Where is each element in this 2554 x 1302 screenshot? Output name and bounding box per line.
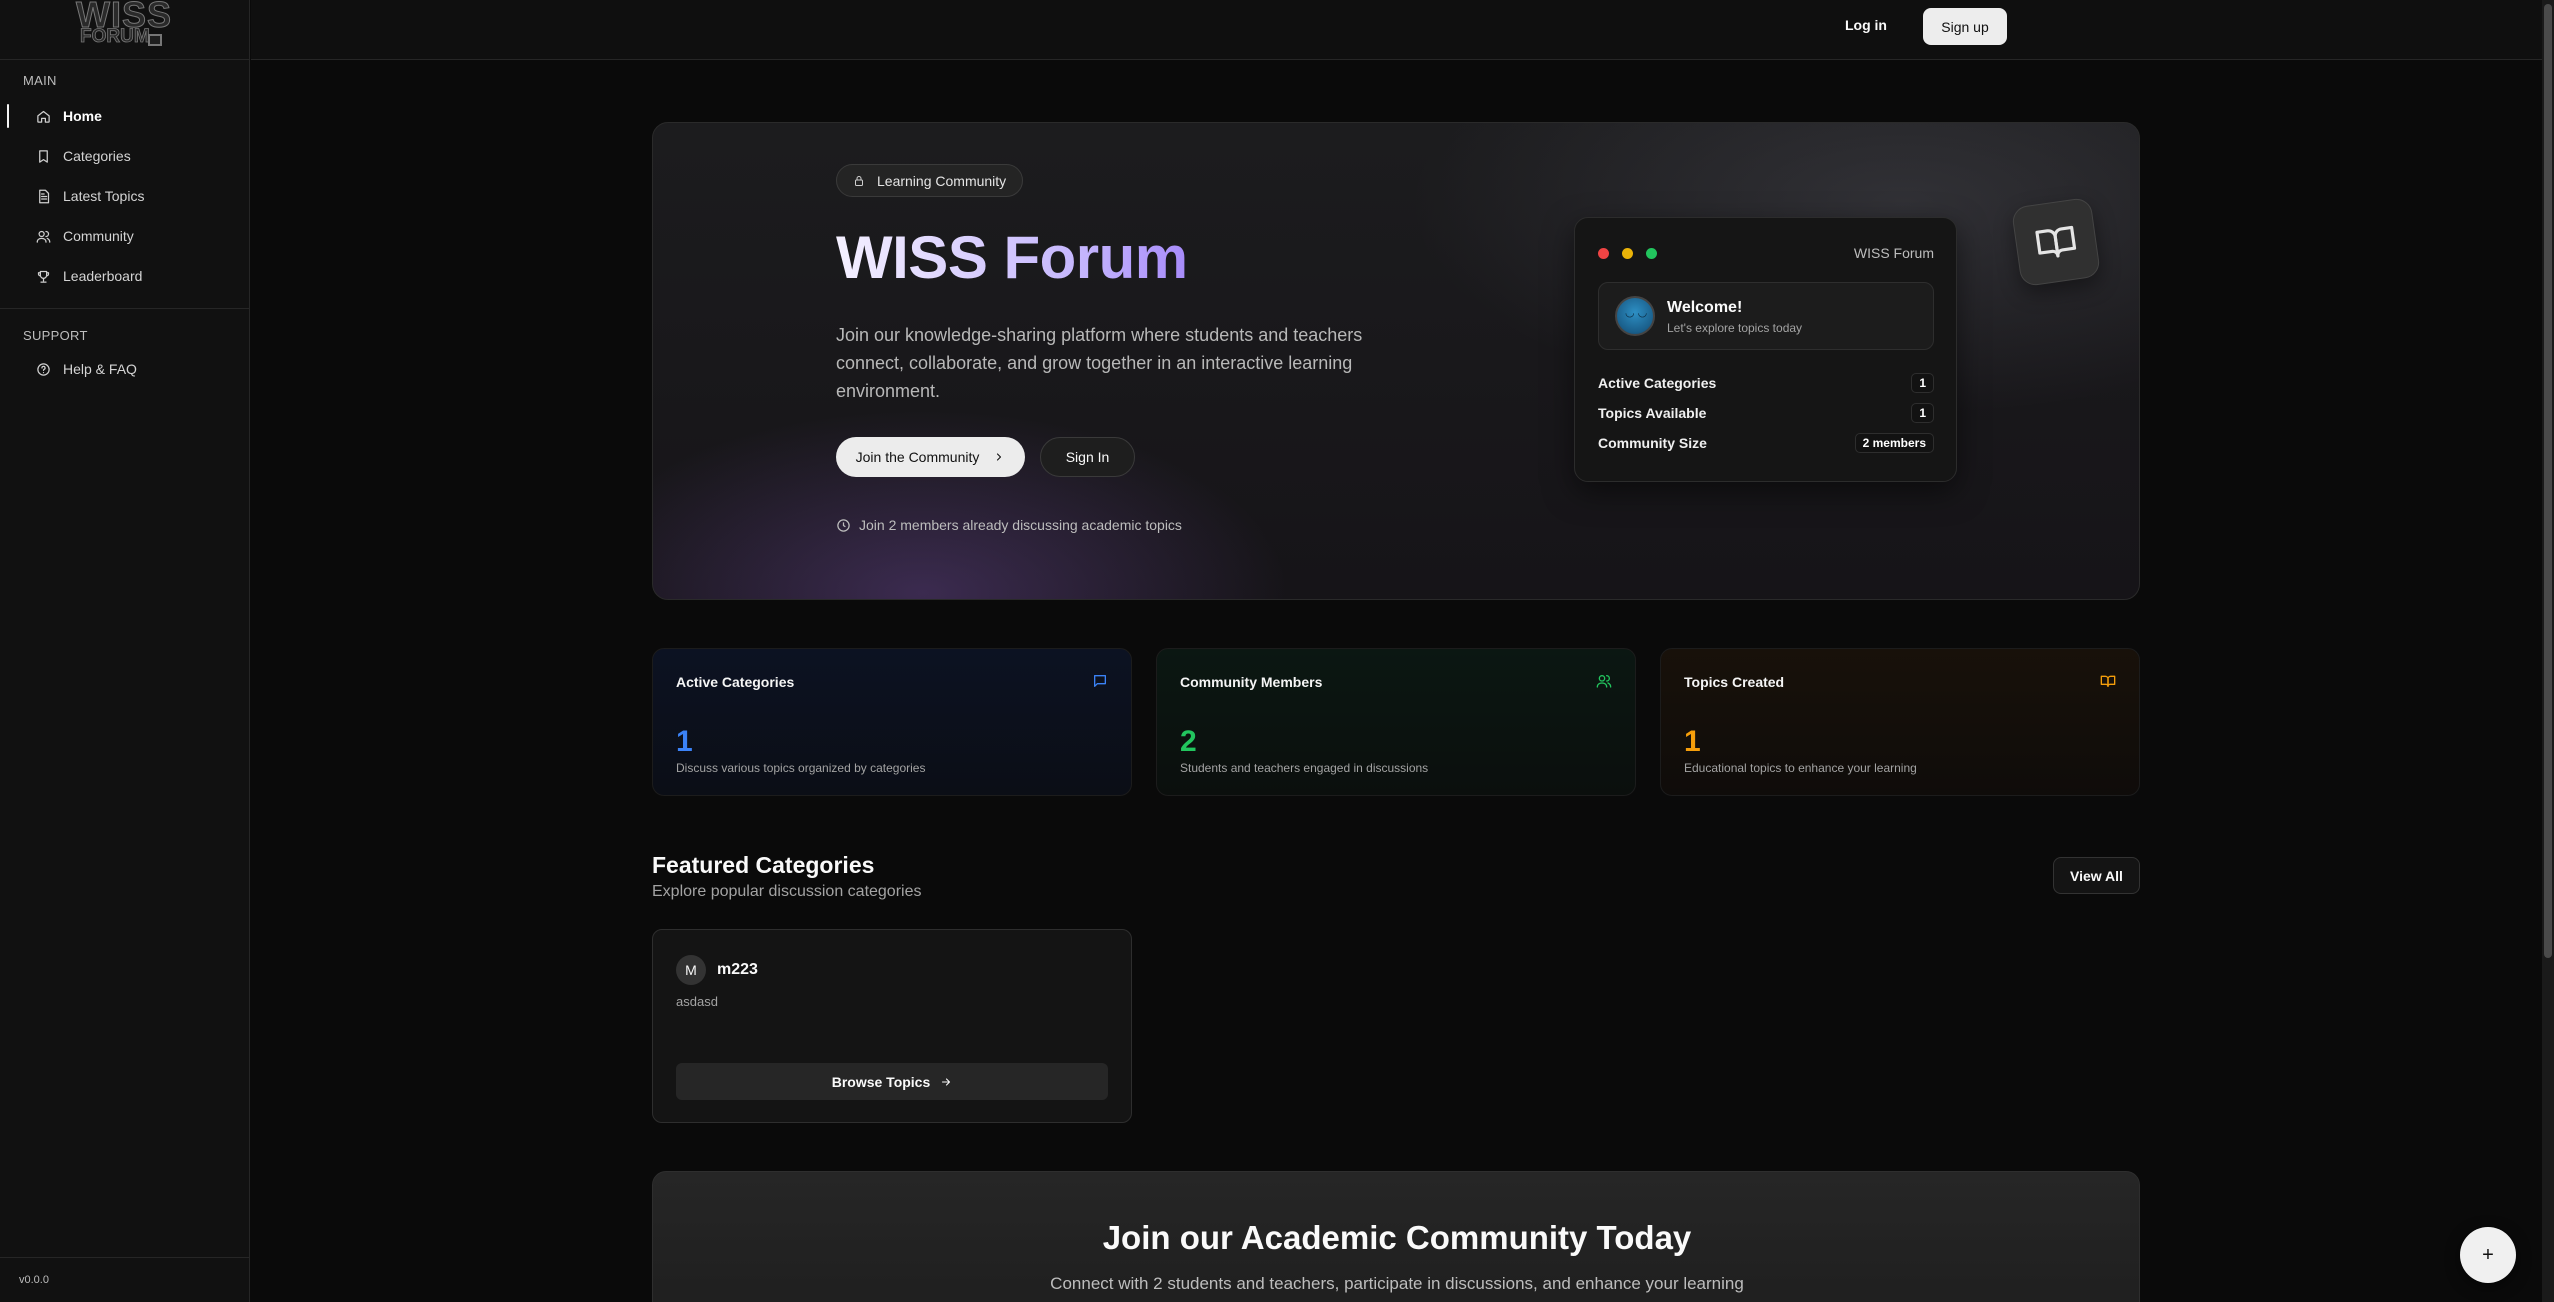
- sidebar-item-label: Community: [63, 228, 134, 244]
- category-avatar: M: [676, 955, 706, 985]
- hero-note-text: Join 2 members already discussing academ…: [859, 517, 1182, 533]
- stat-card-title: Community Members: [1180, 674, 1323, 690]
- stat-card-description: Students and teachers engaged in discuss…: [1180, 761, 1429, 775]
- floating-add-button[interactable]: +: [2460, 1227, 2516, 1283]
- learning-community-badge: Learning Community: [836, 164, 1024, 197]
- bookmark-icon: [39, 149, 48, 163]
- preview-brand: WISS Forum: [1853, 245, 1934, 261]
- users-icon: [36, 230, 51, 243]
- logo-mark: [148, 34, 162, 46]
- cta-title: Join our Academic Community Today: [1102, 1219, 1692, 1256]
- featured-categories-subtitle: Explore popular discussion categories: [652, 883, 922, 900]
- stat-card-value: 1: [676, 725, 693, 758]
- book-open-icon: [2035, 225, 2077, 258]
- window-close-dot: [1598, 248, 1609, 259]
- welcome-title: Welcome!: [1667, 299, 1743, 316]
- sidebar-item-community[interactable]: Community: [0, 216, 250, 256]
- hero-section: Learning Community WISS Forum Join our k…: [652, 122, 2140, 600]
- sidebar-main-section: MAIN Home Categories Latest Topics Commu…: [0, 73, 250, 296]
- preview-stat-label: Community Size: [1598, 435, 1707, 451]
- logo-area: WISS FORUM: [0, 0, 249, 60]
- stat-card-members[interactable]: Community Members 2 Students and teacher…: [1156, 648, 1636, 796]
- category-name: m223: [717, 961, 758, 978]
- sidebar-support-section: SUPPORT Help & FAQ: [0, 328, 250, 389]
- sidebar-item-help[interactable]: Help & FAQ: [0, 349, 250, 389]
- arrow-right-icon: [942, 1077, 951, 1086]
- sidebar-item-label: Home: [63, 108, 102, 124]
- preview-stat-value: 2 members: [1854, 433, 1934, 453]
- sidebar-divider: [0, 308, 250, 309]
- sidebar-item-categories[interactable]: Categories: [0, 136, 250, 176]
- home-icon: [37, 110, 50, 123]
- stat-card-topics[interactable]: Topics Created 1 Educational topics to e…: [1660, 648, 2140, 796]
- view-all-button[interactable]: View All: [2053, 857, 2140, 894]
- avatar: [1615, 296, 1655, 336]
- preview-stat-row: Active Categories 1: [1598, 371, 1934, 395]
- hero-description: Join our knowledge-sharing platform wher…: [836, 325, 1363, 401]
- stat-card-categories[interactable]: Active Categories 1 Discuss various topi…: [652, 648, 1132, 796]
- chevron-right-icon: [997, 453, 1002, 461]
- lock-icon: [855, 176, 863, 186]
- welcome-box: Welcome! Let's explore topics today: [1598, 282, 1934, 350]
- logo-text-bottom: FORUM: [80, 26, 150, 48]
- hero-sign-in-button[interactable]: Sign In: [1040, 437, 1135, 477]
- preview-stat-label: Active Categories: [1598, 375, 1717, 391]
- open-book-icon: [2010, 196, 2102, 288]
- stat-card-title: Topics Created: [1684, 674, 1785, 690]
- preview-stat-row: Topics Available 1: [1598, 401, 1934, 425]
- window-minimize-dot: [1622, 248, 1633, 259]
- preview-stat-value: 1: [1911, 373, 1934, 393]
- version-label: v0.0.0: [0, 1257, 250, 1302]
- join-button-label: Join the Community: [855, 449, 980, 465]
- window-maximize-dot: [1646, 248, 1657, 259]
- stat-card-title: Active Categories: [676, 674, 795, 690]
- scrollbar-thumb[interactable]: [2544, 4, 2552, 958]
- hero-title: WISS Forum: [836, 224, 1188, 291]
- message-icon: [1094, 675, 1106, 687]
- signup-button[interactable]: Sign up: [1923, 8, 2007, 45]
- sidebar-item-latest-topics[interactable]: Latest Topics: [0, 176, 250, 216]
- preview-stat-row: Community Size 2 members: [1598, 431, 1934, 455]
- sidebar-item-leaderboard[interactable]: Leaderboard: [0, 256, 250, 296]
- welcome-subtitle: Let's explore topics today: [1667, 321, 1803, 335]
- featured-categories-title: Featured Categories: [652, 852, 875, 878]
- cta-section: Join our Academic Community Today Connec…: [652, 1171, 2140, 1302]
- browse-topics-label: Browse Topics: [831, 1073, 931, 1090]
- stat-card-description: Discuss various topics organized by cate…: [676, 761, 926, 775]
- preview-stat-value: 1: [1911, 403, 1934, 423]
- stat-card-value: 1: [1684, 725, 1701, 758]
- users-icon: [1596, 675, 1612, 688]
- category-description: asdasd: [676, 994, 718, 1009]
- clock-icon: [837, 518, 850, 532]
- help-circle-icon: [37, 362, 50, 376]
- cta-subtitle: Connect with 2 students and teachers, pa…: [1050, 1274, 1744, 1293]
- category-card[interactable]: M m223 asdasd Browse Topics: [652, 929, 1132, 1123]
- trophy-icon: [37, 270, 50, 283]
- sidebar-item-label: Help & FAQ: [63, 361, 137, 377]
- sidebar-section-title: MAIN: [23, 73, 57, 88]
- sidebar-item-label: Leaderboard: [63, 268, 143, 284]
- document-icon: [39, 189, 50, 203]
- book-icon: [2100, 675, 2116, 687]
- top-bar: Log in Sign up: [251, 0, 2542, 60]
- stat-card-description: Educational topics to enhance your learn…: [1684, 761, 1917, 775]
- sidebar-item-home[interactable]: Home: [0, 96, 250, 136]
- browse-topics-button[interactable]: Browse Topics: [676, 1063, 1108, 1100]
- preview-stat-label: Topics Available: [1598, 405, 1707, 421]
- page-scrollbar[interactable]: [2542, 0, 2554, 1302]
- app-root: WISS FORUM MAIN Home Categories Latest T…: [0, 0, 2554, 1302]
- sidebar-item-label: Latest Topics: [63, 188, 145, 204]
- join-community-button[interactable]: Join the Community: [836, 437, 1025, 477]
- sidebar: WISS FORUM MAIN Home Categories Latest T…: [0, 0, 250, 1302]
- login-button[interactable]: Log in: [1845, 17, 1887, 33]
- sidebar-section-title: SUPPORT: [23, 328, 88, 343]
- stat-card-value: 2: [1180, 725, 1197, 758]
- hero-note: Join 2 members already discussing academ…: [836, 517, 1182, 533]
- sidebar-item-label: Categories: [63, 148, 131, 164]
- wiss-forum-logo[interactable]: WISS FORUM: [76, 0, 172, 52]
- badge-label: Learning Community: [877, 172, 1007, 189]
- forum-preview-card: WISS Forum Welcome! Let's explore topics…: [1574, 217, 1957, 482]
